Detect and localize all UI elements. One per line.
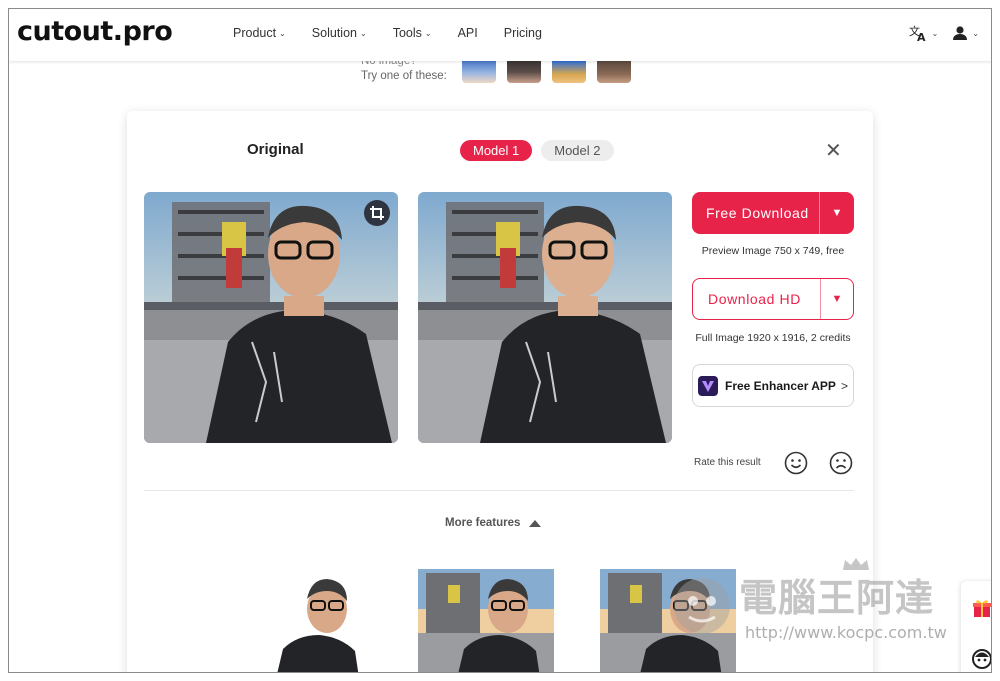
smile-icon[interactable] xyxy=(784,451,808,475)
nav-pricing[interactable]: Pricing xyxy=(504,26,542,40)
header-actions: 文A ⌄ ⌄ xyxy=(908,23,991,43)
free-download-button[interactable]: Free Download ▼ xyxy=(692,192,854,234)
model-1-tab[interactable]: Model 1 xyxy=(460,140,533,161)
language-selector[interactable]: 文A ⌄ xyxy=(908,23,939,43)
download-hd-label: Download HD xyxy=(708,291,801,307)
result-image xyxy=(418,192,672,443)
watermark-url: http://www.kocpc.com.tw xyxy=(745,623,947,642)
floating-side-bar xyxy=(961,581,992,672)
chevron-down-icon: ⌄ xyxy=(931,28,939,38)
free-download-label: Free Download xyxy=(706,205,809,221)
nav-tools[interactable]: Tools ⌄ xyxy=(393,26,432,40)
translate-icon: 文A xyxy=(909,24,926,43)
nav-label: Solution xyxy=(311,26,357,40)
model-2-tab[interactable]: Model 2 xyxy=(541,140,614,161)
main-nav: Product ⌄ Solution ⌄ Tools ⌄ API Pricing xyxy=(233,26,568,40)
nav-label: Product xyxy=(233,26,277,40)
dropdown-arrow-icon[interactable]: ▼ xyxy=(821,293,853,305)
logo[interactable]: cutout.pro xyxy=(17,16,173,47)
nav-label: Tools xyxy=(392,26,422,40)
sample-thumbnail[interactable] xyxy=(552,61,586,83)
sample-thumbnail[interactable] xyxy=(597,61,631,83)
chevron-down-icon: ⌄ xyxy=(424,28,432,38)
watermark-text: 電腦王阿達 xyxy=(739,576,935,620)
photo-cutout xyxy=(237,569,373,672)
sample-thumbnail[interactable] xyxy=(507,61,541,83)
original-label: Original xyxy=(247,141,304,158)
nav-label: Pricing xyxy=(503,26,542,40)
full-image-note: Full Image 1920 x 1916, 2 credits xyxy=(695,332,851,344)
nav-solution[interactable]: Solution ⌄ xyxy=(312,26,367,40)
feature-preview-cutout[interactable] xyxy=(237,569,373,672)
caret-up-icon xyxy=(529,519,542,527)
feature-preview-original[interactable] xyxy=(418,569,554,672)
nav-api[interactable]: API xyxy=(458,26,478,40)
button-divider xyxy=(820,279,821,319)
dropdown-arrow-icon[interactable]: ▼ xyxy=(820,207,854,219)
photo-selfie xyxy=(418,192,672,443)
frown-icon[interactable] xyxy=(829,451,853,475)
nav-product[interactable]: Product ⌄ xyxy=(233,26,286,40)
sample-thumbnail[interactable] xyxy=(462,61,496,83)
nav-label: API xyxy=(457,26,478,40)
download-hd-button[interactable]: Download HD ▼ xyxy=(692,278,854,320)
more-features-toggle[interactable]: More features xyxy=(445,517,542,529)
user-menu[interactable]: ⌄ xyxy=(952,25,979,41)
photo-selfie xyxy=(144,192,398,443)
free-enhancer-app-button[interactable]: Free Enhancer APP > xyxy=(692,364,854,407)
gift-icon[interactable] xyxy=(971,597,992,619)
user-icon xyxy=(953,26,968,40)
original-image xyxy=(144,192,398,443)
try-text: Try one of these: xyxy=(361,70,447,82)
chevron-down-icon: ⌄ xyxy=(972,28,979,38)
chevron-right-icon: > xyxy=(840,378,848,393)
more-features-label: More features xyxy=(445,517,521,529)
enhancer-app-label: Free Enhancer APP xyxy=(725,378,836,393)
crop-icon[interactable] xyxy=(364,200,390,226)
browser-frame: cutout.pro Product ⌄ Solution ⌄ Tools ⌄ API… xyxy=(8,8,992,673)
model-toggle: Model 1 Model 2 xyxy=(460,140,614,161)
chevron-down-icon: ⌄ xyxy=(359,28,367,38)
watermark-mascot-icon xyxy=(674,578,730,634)
sample-thumbnails xyxy=(462,61,631,83)
enhancer-app-icon xyxy=(698,375,718,396)
chevron-down-icon: ⌄ xyxy=(279,28,286,38)
close-icon[interactable]: ✕ xyxy=(825,138,842,163)
rate-result-label: Rate this result xyxy=(694,457,761,468)
photo-selfie xyxy=(418,569,554,672)
preview-image-note: Preview Image 750 x 749, free xyxy=(701,245,845,257)
section-divider xyxy=(144,490,854,491)
top-navigation: cutout.pro Product ⌄ Solution ⌄ Tools ⌄ API… xyxy=(9,9,991,61)
support-chat-icon[interactable] xyxy=(971,648,992,670)
svg-text:A: A xyxy=(917,31,926,43)
